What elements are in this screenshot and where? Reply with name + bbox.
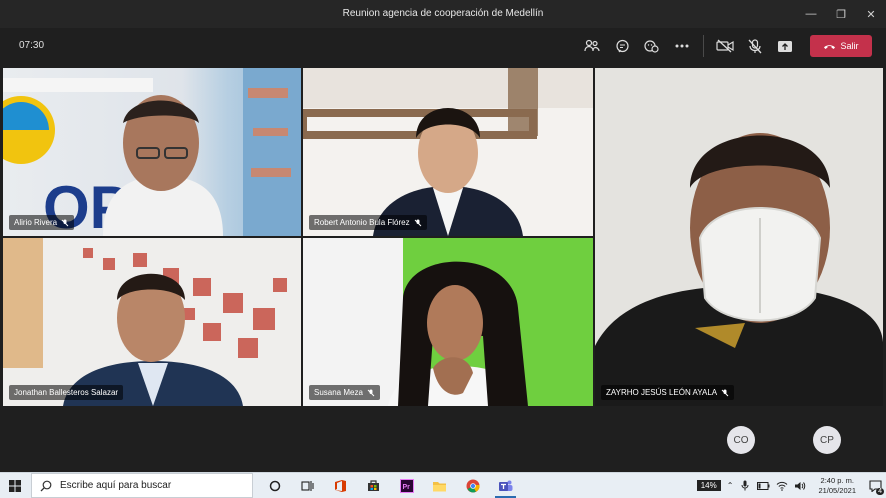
participant-video bbox=[3, 238, 287, 406]
notification-count: 4 bbox=[876, 488, 884, 495]
participant-name: Susana Meza bbox=[314, 388, 363, 397]
share-icon bbox=[778, 40, 792, 52]
start-button[interactable] bbox=[0, 473, 30, 498]
participant-name: ZAYRHO JESÚS LEÓN AYALA bbox=[606, 388, 718, 397]
more-icon bbox=[675, 44, 689, 48]
meeting-toolbar: 07:30 Salir bbox=[0, 28, 886, 64]
meeting-timer: 07:30 bbox=[19, 40, 45, 51]
video-tile[interactable]: ZAYRHO JESÚS LEÓN AYALA bbox=[595, 68, 883, 406]
participant-nameplate: Jonathan Ballesteros Salazar bbox=[9, 385, 124, 400]
video-tile[interactable]: OP Alirio Rivera bbox=[3, 68, 301, 236]
leave-button[interactable]: Salir bbox=[810, 35, 872, 57]
participant-video bbox=[595, 68, 883, 406]
participant-nameplate: Susana Meza bbox=[309, 385, 380, 400]
participant-name: Robert Antonio Bula Flórez bbox=[314, 218, 410, 227]
wifi-icon[interactable] bbox=[776, 481, 788, 491]
pinned-apps: Pr bbox=[258, 473, 522, 498]
svg-text:Pr: Pr bbox=[402, 484, 410, 491]
windows-logo-icon bbox=[9, 479, 21, 492]
premiere-app[interactable]: Pr bbox=[390, 473, 423, 498]
window-title: Reunion agencia de cooperación de Medell… bbox=[342, 8, 544, 19]
participant-name: Jonathan Ballesteros Salazar bbox=[14, 388, 119, 397]
avatar[interactable]: CO bbox=[727, 426, 755, 454]
chrome-icon bbox=[466, 479, 480, 492]
avatar[interactable]: CP bbox=[813, 426, 841, 454]
store-icon bbox=[368, 480, 379, 491]
chevron-up-icon[interactable]: ⌃ bbox=[727, 481, 734, 490]
mic-off-icon bbox=[61, 219, 69, 226]
overflow-participants: CO CP bbox=[0, 410, 886, 472]
store-app[interactable] bbox=[357, 473, 390, 498]
video-grid: OP Alirio Rivera Robert Antonio Bula Fló… bbox=[0, 64, 886, 410]
volume-icon[interactable] bbox=[794, 481, 806, 491]
search-placeholder: Escribe aquí para buscar bbox=[60, 480, 172, 491]
mic-off-icon bbox=[721, 389, 729, 396]
mic-off-icon bbox=[748, 38, 762, 53]
cortana-button[interactable] bbox=[258, 473, 291, 498]
file-explorer-app[interactable] bbox=[423, 473, 456, 498]
battery-icon[interactable] bbox=[757, 481, 770, 490]
chat-button[interactable] bbox=[607, 34, 637, 58]
participant-nameplate: ZAYRHO JESÚS LEÓN AYALA bbox=[601, 385, 735, 400]
office-app[interactable] bbox=[324, 473, 357, 498]
window-controls: — ❐ ✕ bbox=[796, 0, 886, 28]
participants-button[interactable] bbox=[577, 34, 607, 58]
reactions-button[interactable] bbox=[637, 34, 667, 58]
minimize-button[interactable]: — bbox=[796, 0, 826, 28]
participant-name: Alirio Rivera bbox=[14, 218, 58, 227]
restore-button[interactable]: ❐ bbox=[826, 0, 856, 28]
reactions-icon bbox=[644, 39, 659, 53]
meeting-controls: Salir bbox=[577, 34, 872, 58]
chrome-app[interactable] bbox=[456, 473, 489, 498]
notifications-button[interactable]: 4 bbox=[864, 473, 886, 498]
cortana-icon bbox=[269, 480, 280, 491]
toolbar-divider bbox=[703, 35, 704, 57]
video-tile[interactable]: Robert Antonio Bula Flórez bbox=[303, 68, 593, 236]
participant-nameplate: Alirio Rivera bbox=[9, 215, 75, 230]
search-icon bbox=[40, 480, 52, 491]
participant-video bbox=[303, 238, 593, 406]
leave-label: Salir bbox=[840, 41, 859, 51]
title-bar: Reunion agencia de cooperación de Medell… bbox=[0, 0, 886, 28]
clock-time: 2:40 p. m. bbox=[820, 475, 854, 485]
teams-icon bbox=[499, 480, 513, 491]
task-view-button[interactable] bbox=[291, 473, 324, 498]
battery-percent: 14% bbox=[700, 481, 717, 490]
teams-app[interactable] bbox=[489, 473, 522, 498]
system-tray: 14% ⌃ 2:40 p. m. 21/05/2021 4 bbox=[696, 473, 886, 498]
clock-date: 21/05/2021 bbox=[818, 485, 856, 495]
camera-toggle-button[interactable] bbox=[710, 34, 740, 58]
more-actions-button[interactable] bbox=[667, 34, 697, 58]
video-tile[interactable]: Susana Meza bbox=[303, 238, 593, 406]
taskbar-search[interactable]: Escribe aquí para buscar bbox=[31, 473, 253, 498]
chat-icon bbox=[615, 39, 629, 52]
office-icon bbox=[335, 479, 346, 492]
hang-up-icon bbox=[824, 44, 836, 49]
close-button[interactable]: ✕ bbox=[856, 0, 886, 28]
camera-off-icon bbox=[716, 39, 734, 53]
mic-toggle-button[interactable] bbox=[740, 34, 770, 58]
battery-indicator[interactable]: 14% bbox=[696, 480, 721, 491]
share-screen-button[interactable] bbox=[770, 34, 800, 58]
participant-nameplate: Robert Antonio Bula Flórez bbox=[309, 215, 427, 230]
task-view-icon bbox=[301, 480, 314, 491]
windows-taskbar: Escribe aquí para buscar Pr 14% ⌃ 2:40 p… bbox=[0, 472, 886, 498]
video-tile[interactable]: Jonathan Ballesteros Salazar bbox=[3, 238, 301, 406]
people-icon bbox=[584, 39, 600, 52]
participant-video: OP bbox=[3, 68, 301, 236]
premiere-icon: Pr bbox=[399, 478, 414, 493]
taskbar-clock[interactable]: 2:40 p. m. 21/05/2021 bbox=[818, 476, 856, 496]
folder-icon bbox=[433, 481, 446, 491]
mic-off-icon bbox=[367, 389, 375, 396]
mic-off-icon bbox=[414, 219, 421, 226]
mic-icon[interactable] bbox=[741, 480, 749, 491]
participant-video bbox=[303, 68, 593, 236]
